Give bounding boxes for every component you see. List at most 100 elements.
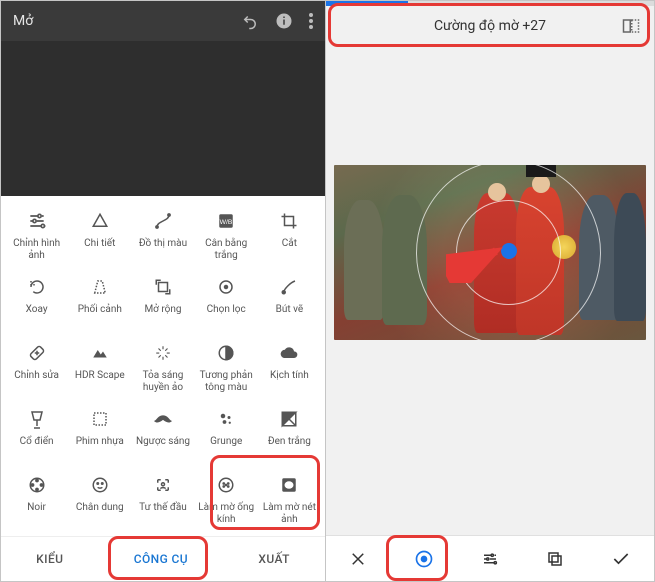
tool-vignette[interactable]: Làm mờ nét ảnh: [258, 470, 321, 530]
right-pane: Cường độ mờ +27: [326, 1, 654, 581]
tab-styles[interactable]: KIỂU: [36, 552, 63, 566]
reel-icon: [28, 474, 46, 496]
tool-label: Tỏa sáng huyền ảo: [133, 370, 192, 394]
expand-icon: [154, 276, 172, 298]
tool-label: Chỉnh hình ảnh: [7, 238, 66, 262]
tool-vintage[interactable]: Cổ điển: [5, 404, 68, 464]
vignette-icon: [280, 474, 298, 496]
tool-label: Xoay: [26, 304, 48, 328]
tool-head-pose[interactable]: Tư thế đầu: [131, 470, 194, 530]
bw-icon: [280, 408, 298, 430]
tool-tonal-contrast[interactable]: Tương phản tông màu: [195, 338, 258, 398]
tool-healing[interactable]: Chỉnh sửa: [5, 338, 68, 398]
info-icon[interactable]: [275, 12, 293, 30]
tool-label: Đồ thị màu: [139, 238, 187, 262]
tool-glamour-glow[interactable]: Tỏa sáng huyền ảo: [131, 338, 194, 398]
tool-crop[interactable]: Cắt: [258, 206, 321, 266]
tab-export[interactable]: XUẤT: [258, 552, 289, 566]
tool-label: Tương phản tông màu: [197, 370, 256, 394]
tool-grainy-film[interactable]: Phim nhựa: [68, 404, 131, 464]
tool-noir[interactable]: Noir: [5, 470, 68, 530]
contrast-icon: [217, 342, 235, 364]
tool-label: Đen trắng: [268, 436, 311, 460]
cloud-icon: [279, 342, 299, 364]
crop-icon: [280, 210, 298, 232]
header-title[interactable]: Mở: [13, 13, 225, 29]
styles-button[interactable]: [546, 550, 564, 568]
curves-icon: [154, 210, 172, 232]
left-pane: Mở Chỉnh hình ảnh Chi tiết Đồ thị màu W/…: [1, 1, 326, 581]
tool-label: Bút vẽ: [276, 304, 304, 328]
selective-icon: [217, 276, 235, 298]
head-pose-icon: [154, 474, 172, 496]
mustache-icon: [152, 408, 174, 430]
header: Mở: [1, 1, 325, 41]
strength-label: Cường độ mờ +27: [434, 18, 546, 34]
more-icon[interactable]: [309, 13, 313, 29]
lens-blur-icon: [217, 474, 235, 496]
tool-drama[interactable]: Kịch tính: [258, 338, 321, 398]
tool-portrait[interactable]: Chân dung: [68, 470, 131, 530]
lamp-icon: [29, 408, 45, 430]
undo-icon[interactable]: [241, 12, 259, 30]
hdr-icon: [91, 342, 109, 364]
tool-hdr[interactable]: HDR Scape: [68, 338, 131, 398]
grunge-icon: [217, 408, 235, 430]
tool-label: Kịch tính: [270, 370, 309, 394]
svg-text:W/B: W/B: [220, 219, 233, 226]
tool-label: Làm mờ nét ảnh: [260, 502, 319, 526]
tool-rotate[interactable]: Xoay: [5, 272, 68, 332]
tool-label: Mở rộng: [144, 304, 181, 328]
tool-brush[interactable]: Bút vẽ: [258, 272, 321, 332]
face-icon: [91, 474, 109, 496]
apply-button[interactable]: [611, 551, 631, 567]
tool-label: Cổ điển: [20, 436, 54, 460]
sparkle-icon: [154, 342, 172, 364]
image-preview: [1, 41, 325, 196]
tab-tools[interactable]: CÔNG CỤ: [134, 552, 188, 566]
tool-label: Cân bằng trắng: [197, 238, 256, 262]
strength-readout: Cường độ mờ +27: [326, 6, 654, 45]
tool-lens-blur[interactable]: Làm mờ ống kính: [195, 470, 258, 530]
tools-grid: Chỉnh hình ảnh Chi tiết Đồ thị màu W/B Câ…: [1, 196, 325, 536]
sliders-icon: [27, 210, 47, 232]
tool-label: Phối cảnh: [78, 304, 122, 328]
tool-label: Chân dung: [76, 502, 124, 526]
tool-expand[interactable]: Mở rộng: [131, 272, 194, 332]
tool-label: Tư thế đầu: [139, 502, 187, 526]
tool-selective[interactable]: Chọn lọc: [195, 272, 258, 332]
compare-icon[interactable]: [622, 18, 640, 34]
perspective-icon: [91, 276, 109, 298]
adjust-button[interactable]: [481, 550, 499, 568]
tool-details[interactable]: Chi tiết: [68, 206, 131, 266]
rotate-icon: [28, 276, 46, 298]
tool-label: Chỉnh sửa: [14, 370, 59, 394]
focus-button[interactable]: [414, 549, 434, 569]
healing-icon: [28, 342, 46, 364]
tool-bw[interactable]: Đen trắng: [258, 404, 321, 464]
tool-label: Cắt: [282, 238, 297, 262]
tool-grunge[interactable]: Grunge: [195, 404, 258, 464]
brush-icon: [280, 276, 298, 298]
tool-white-balance[interactable]: W/B Cân bằng trắng: [195, 206, 258, 266]
tool-label: Chi tiết: [84, 238, 115, 262]
close-button[interactable]: [349, 550, 367, 568]
arrow-annotation: [446, 247, 506, 283]
tool-label: Grunge: [210, 436, 242, 460]
tool-tune-image[interactable]: Chỉnh hình ảnh: [5, 206, 68, 266]
tool-label: Phim nhựa: [76, 436, 124, 460]
tool-label: Ngược sáng: [136, 436, 190, 460]
tool-label: Chọn lọc: [207, 304, 246, 328]
tool-label: HDR Scape: [75, 370, 125, 394]
tool-retrolux[interactable]: Ngược sáng: [131, 404, 194, 464]
tool-label: Làm mờ ống kính: [197, 502, 256, 526]
film-icon: [91, 408, 109, 430]
tool-curves[interactable]: Đồ thị màu: [131, 206, 194, 266]
tool-perspective[interactable]: Phối cảnh: [68, 272, 131, 332]
bottom-tabs: KIỂU CÔNG CỤ XUẤT: [1, 536, 325, 580]
wb-icon: W/B: [217, 210, 235, 232]
edit-toolbar: [326, 535, 654, 581]
photo-canvas[interactable]: [326, 45, 654, 535]
details-icon: [91, 210, 109, 232]
photo[interactable]: [334, 165, 646, 340]
